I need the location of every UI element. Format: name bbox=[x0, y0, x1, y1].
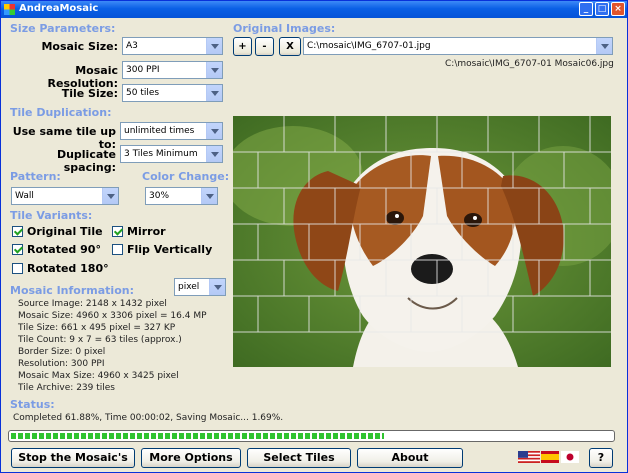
chevron-down-icon[interactable] bbox=[201, 188, 217, 204]
original-images-heading: Original Images: bbox=[233, 22, 336, 35]
info-unit-value: pixel bbox=[178, 282, 200, 292]
same-tile-value: unlimited times bbox=[124, 126, 195, 136]
app-window: AndreaMosaic _ □ × Size Parameters: Mosa… bbox=[0, 0, 628, 473]
checkmark-icon[interactable] bbox=[12, 226, 23, 237]
tile-duplication-heading: Tile Duplication: bbox=[10, 106, 112, 119]
info-unit-select[interactable]: pixel bbox=[174, 278, 226, 296]
rotated180-label: Rotated 180° bbox=[27, 262, 109, 275]
tile-size-select[interactable]: 50 tiles bbox=[122, 84, 223, 102]
color-change-select[interactable]: 30% bbox=[145, 187, 218, 205]
remove-image-button[interactable]: - bbox=[255, 37, 274, 56]
add-image-button[interactable]: + bbox=[233, 37, 252, 56]
pattern-select[interactable]: Wall bbox=[11, 187, 119, 205]
help-button[interactable]: ? bbox=[589, 448, 613, 468]
window-title: AndreaMosaic bbox=[19, 3, 99, 14]
title-bar[interactable]: AndreaMosaic _ □ × bbox=[1, 1, 627, 18]
color-change-value: 30% bbox=[149, 191, 170, 201]
maximize-icon[interactable]: □ bbox=[595, 2, 609, 16]
mosaic-size-select[interactable]: A3 bbox=[122, 37, 223, 55]
info-line: Border Size: 0 pixel bbox=[18, 347, 106, 357]
mosaic-resolution-select[interactable]: 300 PPI bbox=[122, 61, 223, 79]
spain-flag-icon[interactable] bbox=[541, 451, 559, 463]
clear-images-button[interactable]: X bbox=[279, 37, 301, 56]
japan-flag-icon[interactable] bbox=[561, 451, 579, 463]
same-tile-select[interactable]: unlimited times bbox=[120, 122, 223, 140]
app-icon bbox=[4, 4, 15, 15]
info-line: Mosaic Size: 4960 x 3306 pixel = 16.4 MP bbox=[18, 311, 207, 321]
size-parameters-heading: Size Parameters: bbox=[10, 22, 116, 35]
pattern-value: Wall bbox=[15, 191, 34, 201]
info-line: Tile Count: 9 x 7 = 63 tiles (approx.) bbox=[18, 335, 182, 345]
pattern-heading: Pattern: bbox=[10, 170, 61, 183]
tile-size-value: 50 tiles bbox=[126, 88, 160, 98]
more-options-button[interactable]: More Options bbox=[141, 448, 241, 468]
dog-photo-image bbox=[233, 116, 611, 367]
checkmark-icon[interactable] bbox=[12, 244, 23, 255]
original-tile-label: Original Tile bbox=[27, 225, 103, 238]
info-line: Resolution: 300 PPI bbox=[18, 359, 105, 369]
status-text: Completed 61.88%, Time 00:00:02, Saving … bbox=[13, 413, 284, 423]
flip-vertically-label: Flip Vertically bbox=[127, 243, 213, 256]
mirror-label: Mirror bbox=[127, 225, 166, 238]
info-line: Tile Archive: 239 tiles bbox=[18, 383, 115, 393]
original-image-path: C:\mosaic\IMG_6707-01.jpg bbox=[307, 41, 431, 51]
chevron-down-icon[interactable] bbox=[206, 146, 222, 162]
mosaic-size-label: Mosaic Size: bbox=[41, 40, 118, 53]
info-line: Tile Size: 661 x 495 pixel = 327 KP bbox=[18, 323, 176, 333]
progress-bar bbox=[8, 430, 615, 442]
output-file-path: C:\mosaic\IMG_6707-01 Mosaic06.jpg bbox=[445, 59, 614, 69]
info-line: Mosaic Max Size: 4960 x 3425 pixel bbox=[18, 371, 179, 381]
checkbox-icon[interactable] bbox=[112, 244, 123, 255]
chevron-down-icon[interactable] bbox=[209, 279, 225, 295]
duplicate-spacing-value: 3 Tiles Minimum bbox=[124, 149, 198, 159]
mosaic-information-heading: Mosaic Information: bbox=[10, 284, 134, 297]
mosaic-resolution-value: 300 PPI bbox=[126, 65, 160, 75]
duplicate-spacing-select[interactable]: 3 Tiles Minimum bbox=[120, 145, 223, 163]
select-tiles-button[interactable]: Select Tiles bbox=[247, 448, 351, 468]
close-icon[interactable]: × bbox=[611, 2, 625, 16]
original-image-select[interactable]: C:\mosaic\IMG_6707-01.jpg bbox=[303, 37, 613, 55]
checkmark-icon[interactable] bbox=[112, 226, 123, 237]
checkbox-icon[interactable] bbox=[12, 263, 23, 274]
chevron-down-icon[interactable] bbox=[206, 62, 222, 78]
mosaic-preview[interactable] bbox=[233, 116, 611, 367]
chevron-down-icon[interactable] bbox=[206, 85, 222, 101]
chevron-down-icon[interactable] bbox=[206, 38, 222, 54]
mosaic-size-value: A3 bbox=[126, 41, 138, 51]
us-flag-icon[interactable] bbox=[518, 451, 540, 463]
color-change-heading: Color Change: bbox=[142, 170, 230, 183]
tile-variants-heading: Tile Variants: bbox=[10, 209, 93, 222]
minimize-icon[interactable]: _ bbox=[579, 2, 593, 16]
chevron-down-icon[interactable] bbox=[206, 123, 222, 139]
progress-fill bbox=[11, 433, 384, 439]
chevron-down-icon[interactable] bbox=[596, 38, 612, 54]
stop-mosaic-button[interactable]: Stop the Mosaic's bbox=[11, 448, 135, 468]
chevron-down-icon[interactable] bbox=[102, 188, 118, 204]
tile-size-label: Tile Size: bbox=[61, 87, 118, 100]
status-heading: Status: bbox=[10, 398, 55, 411]
rotated90-label: Rotated 90° bbox=[27, 243, 101, 256]
info-line: Source Image: 2148 x 1432 pixel bbox=[18, 299, 167, 309]
about-button[interactable]: About bbox=[357, 448, 463, 468]
